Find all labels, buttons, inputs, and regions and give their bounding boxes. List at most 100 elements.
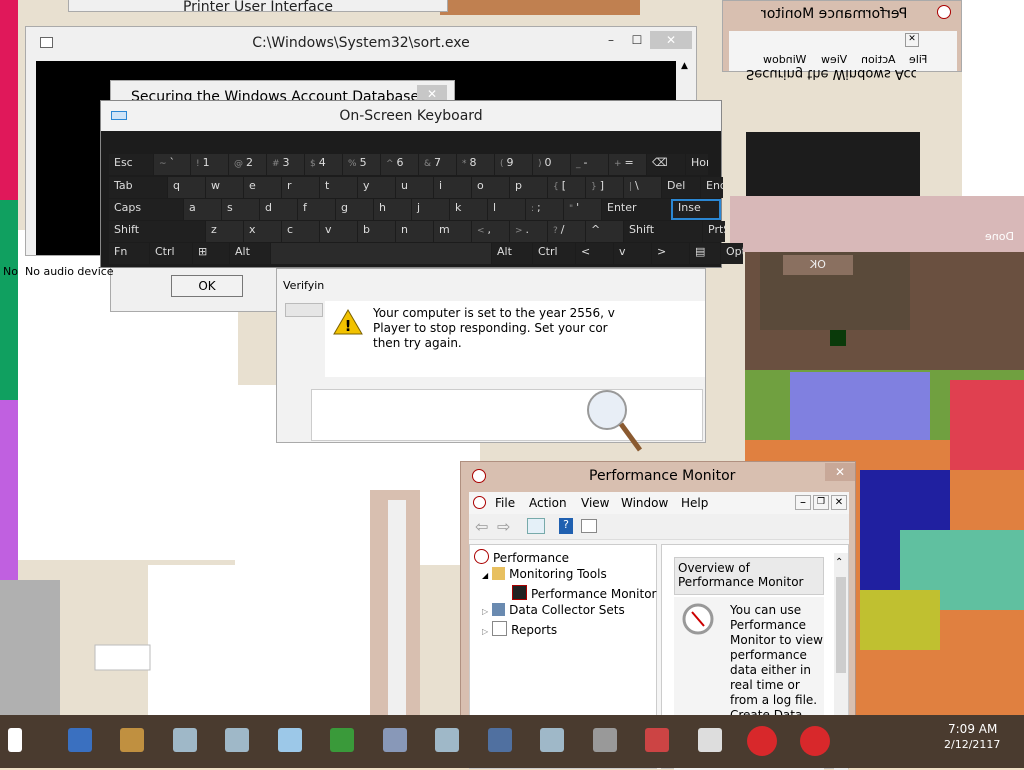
osk-key[interactable]: b [358,221,395,242]
tree-item-performance-monitor[interactable]: Performance Monitor [512,585,656,601]
osk-key[interactable]: o [472,177,509,198]
mirror-menu-action[interactable]: Action [861,53,895,66]
osk-key[interactable]: Del [662,177,700,198]
osk-key[interactable]: w [206,177,243,198]
taskbar-button[interactable] [319,719,365,763]
osk-key[interactable]: (9 [495,154,532,175]
maximize-button[interactable]: ☐ [624,31,650,49]
osk-key[interactable]: p [510,177,547,198]
osk-key[interactable]: a [184,199,221,220]
osk-key[interactable]: q [168,177,205,198]
taskbar-button[interactable] [792,719,838,763]
mdi-minimize-button[interactable]: – [795,495,811,510]
osk-key[interactable]: " ' [564,199,601,220]
scroll-up-icon[interactable]: ▲ [681,61,688,71]
osk-key[interactable]: c [282,221,319,242]
osk-key[interactable]: f [298,199,335,220]
osk-key[interactable]: t [320,177,357,198]
taskbar-button[interactable] [582,719,628,763]
mirror-menu-view[interactable]: View [821,53,847,66]
osk-key[interactable]: d [260,199,297,220]
osk-key[interactable]: Tab [109,177,167,198]
osk-key[interactable]: ▤ [690,243,720,264]
osk-key[interactable]: ! 1 [191,154,228,175]
osk-key[interactable]: {[ [548,177,585,198]
osk-key[interactable]: Shift [109,221,205,242]
osk-key[interactable]: Opti [721,243,743,264]
tree-item-performance[interactable]: Performance [474,549,569,565]
osk-key[interactable]: x [244,221,281,242]
osk-key[interactable]: v [614,243,651,264]
osk-key[interactable]: #3 [267,154,304,175]
menu-action[interactable]: Action [529,492,567,514]
osk-key[interactable] [271,243,491,264]
back-arrow-icon[interactable]: ⇦ [475,517,488,536]
clock-time[interactable]: 7:09 AM [948,722,997,736]
properties-icon[interactable] [581,519,597,533]
osk-key[interactable]: }] [586,177,623,198]
mirror-close-button[interactable]: ✕ [905,33,919,47]
mirror-menu-window[interactable]: Window [763,53,806,66]
osk-key[interactable]: Hor [686,154,708,175]
taskbar-button[interactable] [162,719,208,763]
scroll-thumb[interactable] [836,577,846,673]
minimize-button[interactable]: – [598,31,624,49]
osk-key[interactable]: ? / [548,221,585,242]
taskbar-button[interactable] [109,719,155,763]
osk-key[interactable]: z [206,221,243,242]
osk-key[interactable]: i [434,177,471,198]
osk-key[interactable]: End [701,177,723,198]
osk-key[interactable]: r [282,177,319,198]
osk-key[interactable]: > [652,243,689,264]
osk-key[interactable]: ) 0 [533,154,570,175]
osk-key[interactable]: u [396,177,433,198]
osk-key[interactable]: Fn [109,243,149,264]
tree-item-monitoring-tools[interactable]: ◢ Monitoring Tools [482,567,607,581]
osk-key[interactable]: Alt [230,243,270,264]
osk-key[interactable]: h [374,199,411,220]
taskbar-button[interactable] [214,719,260,763]
osk-key[interactable]: Esc [109,154,153,175]
osk-key[interactable]: g [336,199,373,220]
close-button[interactable]: ✕ [650,31,692,49]
scroll-up-icon[interactable]: ⌃ [835,557,843,568]
ok-button[interactable]: OK [171,275,243,297]
show-hide-tree-icon[interactable] [527,518,545,534]
osk-key[interactable]: m [434,221,471,242]
osk-key[interactable]: Ctrl [150,243,192,264]
mirror-menu-file[interactable]: File [909,53,927,66]
osk-key[interactable]: | \ [624,177,661,198]
taskbar-button[interactable] [739,719,785,763]
osk-key[interactable]: v [320,221,357,242]
osk-key[interactable]: ~ ` [154,154,190,175]
osk-key[interactable]: j [412,199,449,220]
menu-file[interactable]: File [495,492,515,514]
taskbar-button[interactable] [634,719,680,763]
mdi-restore-button[interactable]: ❐ [813,495,829,510]
osk-key[interactable]: Shift [624,221,702,242]
osk-key[interactable]: + = [609,154,646,175]
tree-item-reports[interactable]: ▷ Reports [482,621,557,637]
menu-view[interactable]: View [581,492,609,514]
menu-window[interactable]: Window [621,492,668,514]
osk-key[interactable]: :; [526,199,563,220]
osk-key[interactable]: e [244,177,281,198]
osk-key[interactable]: ^ [586,221,623,242]
osk-key[interactable]: s [222,199,259,220]
osk-key[interactable]: ⊞ [193,243,229,264]
taskbar-button[interactable] [477,719,523,763]
osk-key[interactable]: k [450,199,487,220]
close-button[interactable]: ✕ [825,463,855,481]
mdi-close-button[interactable]: ✕ [831,495,847,510]
taskbar-button[interactable] [267,719,313,763]
collapse-arrow-icon[interactable]: ◢ [482,571,488,580]
taskbar-button[interactable] [529,719,575,763]
taskbar-button[interactable] [57,719,103,763]
expand-arrow-icon[interactable]: ▷ [482,627,488,636]
taskbar-button[interactable] [372,719,418,763]
osk-key[interactable]: $4 [305,154,342,175]
osk-key[interactable]: <, [472,221,509,242]
osk-key[interactable]: Ctrl [533,243,575,264]
taskbar-button[interactable] [687,719,733,763]
osk-key[interactable]: _ - [571,154,608,175]
